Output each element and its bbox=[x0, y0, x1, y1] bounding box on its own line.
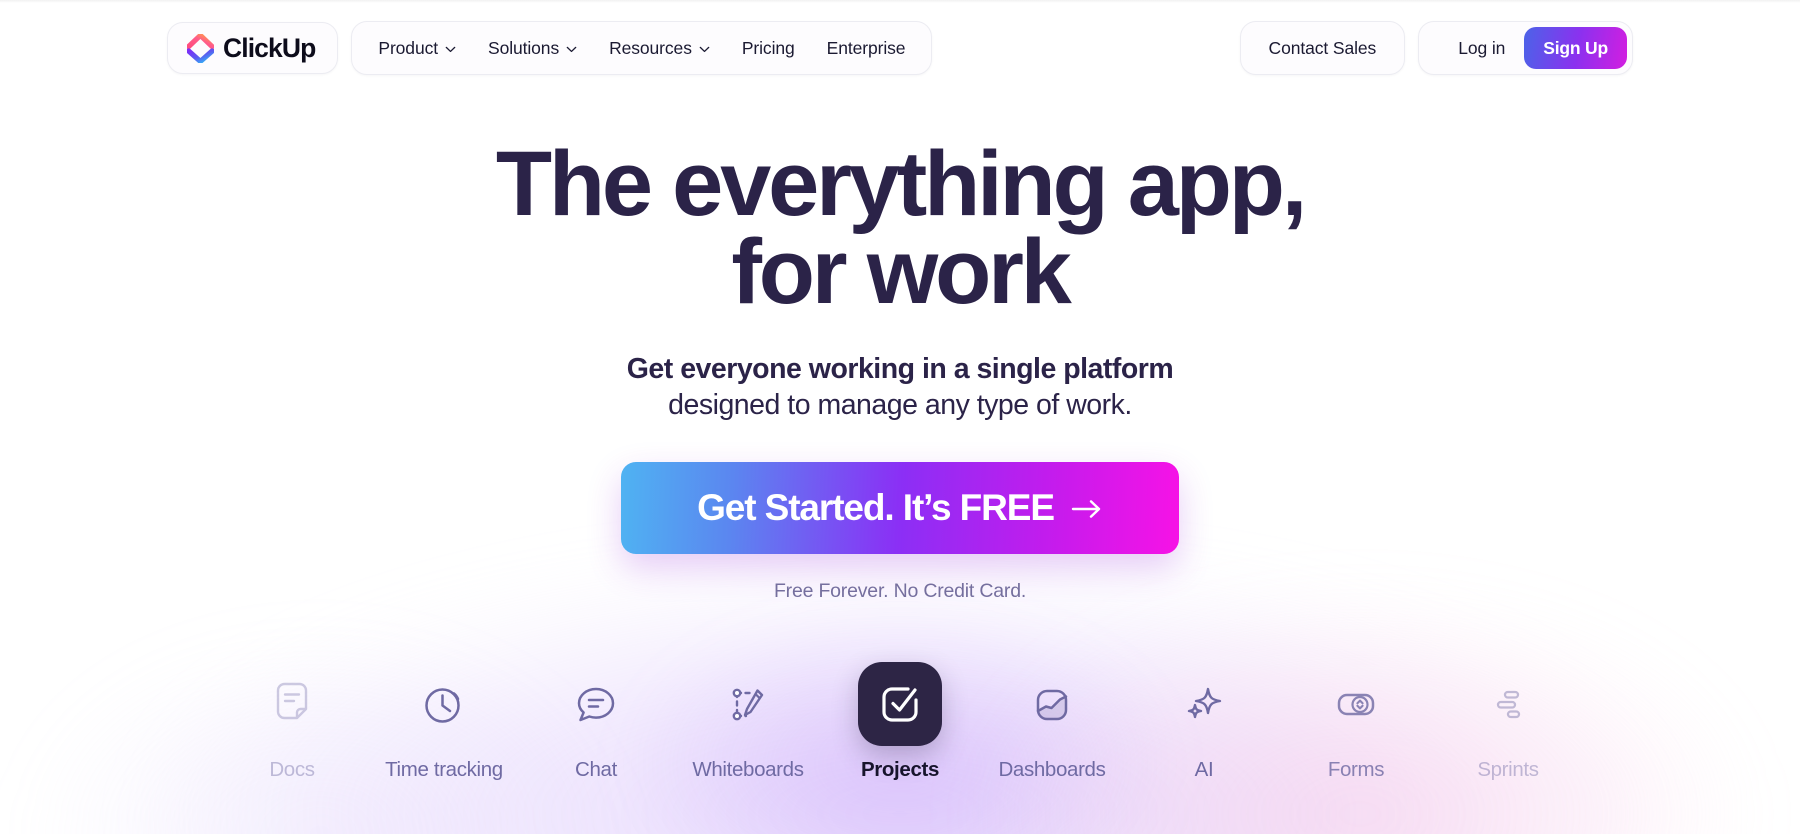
nav-item-enterprise-label: Enterprise bbox=[826, 37, 906, 58]
feature-tab-dashboards[interactable]: Dashboards bbox=[976, 654, 1128, 782]
feature-tab-chat[interactable]: Chat bbox=[520, 654, 672, 782]
sprint-bars-icon bbox=[1496, 690, 1521, 719]
chevron-down-icon bbox=[566, 46, 577, 52]
feature-label-time-tracking: Time tracking bbox=[385, 758, 503, 781]
logo-wordmark: ClickUp bbox=[223, 32, 316, 63]
headline-line-1: The everything app, bbox=[495, 133, 1307, 235]
subheading-regular-line: designed to manage any type of work. bbox=[668, 389, 1132, 422]
subheading-bold-line: Get everyone working in a single platfor… bbox=[626, 352, 1174, 385]
nav-item-solutions[interactable]: Solutions bbox=[472, 29, 593, 68]
feature-label-ai: AI bbox=[1194, 758, 1214, 781]
whiteboards-icon-container bbox=[706, 662, 790, 746]
chat-bubble-icon bbox=[577, 687, 615, 722]
page-title: The everything app, for work bbox=[0, 138, 1800, 318]
headline-line-2: for work bbox=[731, 221, 1072, 324]
feature-label-forms: Forms bbox=[1327, 758, 1385, 781]
arrow-right-icon bbox=[1071, 500, 1101, 518]
hero-subheading: Get everyone working in a single platfor… bbox=[0, 351, 1800, 424]
feature-label-whiteboards: Whiteboards bbox=[692, 758, 804, 781]
feature-tab-docs[interactable]: Docs bbox=[216, 654, 368, 782]
nav-item-pricing-label: Pricing bbox=[741, 37, 795, 58]
feature-tab-projects[interactable]: Projects bbox=[824, 654, 976, 782]
feature-label-projects: Projects bbox=[860, 758, 940, 781]
document-icon bbox=[276, 682, 308, 720]
contact-sales-button[interactable]: Contact Sales bbox=[1239, 21, 1406, 75]
dashboards-icon-container bbox=[1010, 662, 1094, 746]
feature-tab-whiteboards[interactable]: Whiteboards bbox=[672, 654, 824, 782]
docs-icon-container bbox=[250, 662, 334, 746]
nav-item-enterprise[interactable]: Enterprise bbox=[811, 29, 922, 68]
projects-icon-container bbox=[858, 662, 942, 746]
feature-tab-forms[interactable]: Forms bbox=[1280, 654, 1432, 782]
auth-group: Log in Sign Up bbox=[1418, 21, 1633, 75]
nav-item-solutions-label: Solutions bbox=[488, 37, 560, 58]
nav-item-product[interactable]: Product bbox=[362, 29, 472, 68]
hero-section: The everything app, for work Get everyon… bbox=[0, 84, 1800, 603]
nav-item-pricing[interactable]: Pricing bbox=[726, 29, 811, 68]
sprints-icon-container bbox=[1466, 662, 1550, 746]
signup-button[interactable]: Sign Up bbox=[1524, 27, 1627, 69]
nav-item-resources[interactable]: Resources bbox=[593, 29, 726, 68]
chat-icon-container bbox=[554, 662, 638, 746]
ai-icon-container bbox=[1162, 662, 1246, 746]
login-link[interactable]: Log in bbox=[1441, 38, 1522, 59]
feature-label-dashboards: Dashboards bbox=[998, 758, 1106, 781]
clock-timer-icon bbox=[425, 688, 460, 723]
feature-tab-sprints[interactable]: Sprints bbox=[1432, 654, 1584, 782]
get-started-label: Get Started. It’s FREE bbox=[697, 486, 1055, 528]
nav-item-product-label: Product bbox=[378, 37, 438, 58]
nav-item-resources-label: Resources bbox=[609, 37, 692, 58]
cta-container: Get Started. It’s FREE bbox=[0, 461, 1800, 554]
area-chart-icon bbox=[1036, 689, 1068, 721]
contact-sales-label: Contact Sales bbox=[1268, 37, 1377, 58]
time-tracking-icon-container bbox=[402, 662, 486, 746]
header-actions: Contact Sales Log in Sign Up bbox=[1239, 21, 1633, 75]
feature-tab-ai[interactable]: AI bbox=[1128, 654, 1280, 782]
feature-label-chat: Chat bbox=[575, 758, 617, 781]
cta-fineprint: Free Forever. No Credit Card. bbox=[773, 579, 1027, 602]
feature-tabs-strip: Docs Time tracking Chat Whiteboards Proj… bbox=[0, 654, 1800, 834]
feature-label-docs: Docs bbox=[269, 758, 315, 781]
chevron-down-icon bbox=[445, 46, 456, 52]
get-started-button[interactable]: Get Started. It’s FREE bbox=[621, 461, 1179, 554]
pen-frame-icon bbox=[732, 688, 764, 721]
main-navigation: Product Solutions Resources Pricing Ente… bbox=[351, 21, 933, 75]
checkbox-icon bbox=[882, 687, 918, 722]
feature-tab-time-tracking[interactable]: Time tracking bbox=[368, 654, 520, 782]
form-select-icon bbox=[1337, 693, 1375, 716]
site-header: ClickUp Product Solutions Resources Pric… bbox=[0, 0, 1800, 84]
forms-icon-container bbox=[1314, 662, 1398, 746]
feature-label-sprints: Sprints bbox=[1477, 758, 1539, 781]
sparkles-icon bbox=[1187, 687, 1222, 719]
clickup-chevron-logo-icon bbox=[187, 33, 214, 63]
chevron-down-icon bbox=[699, 46, 710, 52]
logo-home-link[interactable]: ClickUp bbox=[167, 22, 339, 74]
